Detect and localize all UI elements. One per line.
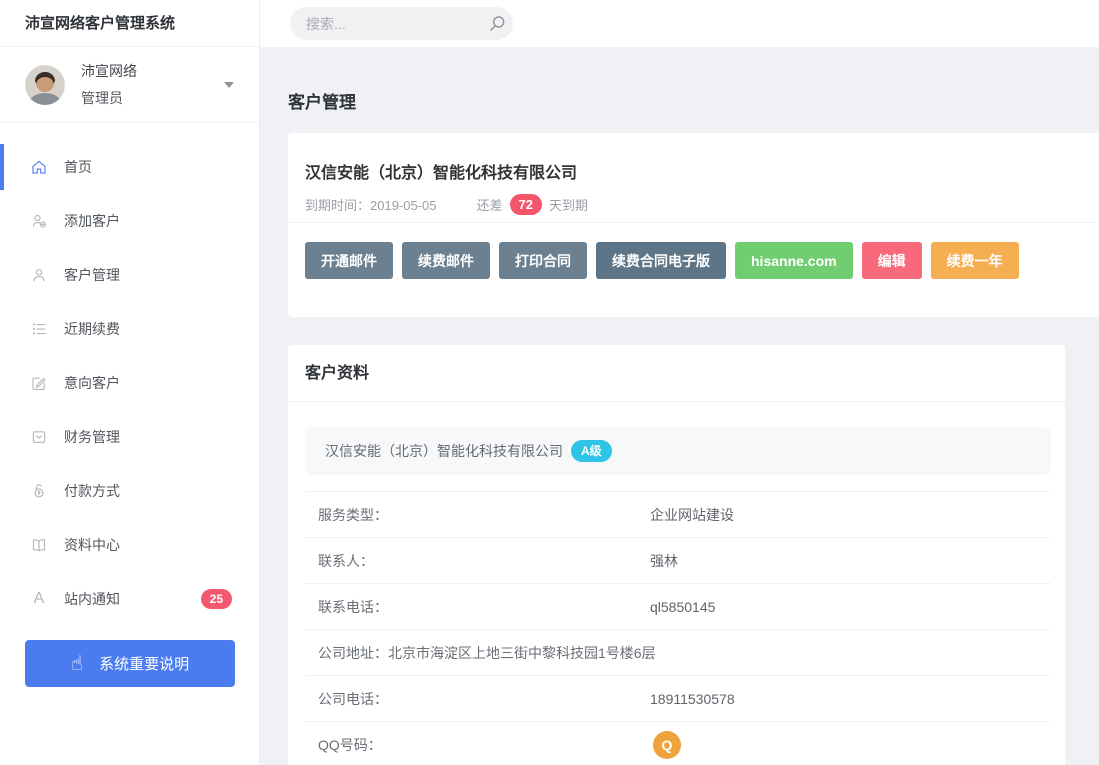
action-button-1[interactable]: 续费邮件	[402, 242, 490, 279]
customer-summary-card: 汉信安能（北京）智能化科技有限公司 到期时间：2019-05-05 还差 72 …	[288, 133, 1099, 317]
sidebar-item-5[interactable]: 财务管理	[0, 410, 259, 464]
sidebar-item-8[interactable]: A 站内通知 25	[0, 572, 259, 626]
row-label: 公司电话：	[318, 689, 650, 709]
page-title: 客户管理	[288, 88, 1099, 113]
row-value: 18911530578	[650, 691, 735, 707]
sidebar-item-label: 首页	[64, 157, 92, 177]
user-icon	[30, 266, 48, 284]
row-value: 企业网站建设	[650, 505, 734, 525]
sidebar-item-1[interactable]: 添加客户	[0, 194, 259, 248]
action-button-0[interactable]: 开通邮件	[305, 242, 393, 279]
list-icon	[30, 320, 48, 338]
action-button-5[interactable]: 编辑	[862, 242, 922, 279]
expire-line: 到期时间：2019-05-05 还差 72 天到期	[305, 194, 1091, 215]
days-remaining-badge: 72	[510, 194, 542, 215]
chevron-down-icon[interactable]	[224, 82, 234, 88]
sidebar-item-label: 客户管理	[64, 265, 120, 285]
user-menu[interactable]: 沛宣网络 管理员	[0, 47, 259, 123]
qq-icon[interactable]: Q	[653, 731, 681, 759]
sidebar-item-label: 资料中心	[64, 535, 120, 555]
action-button-4[interactable]: hisanne.com	[735, 242, 853, 279]
user-meta: 沛宣网络 管理员	[81, 61, 137, 108]
action-button-2[interactable]: 打印合同	[499, 242, 587, 279]
sidebar-item-label: 站内通知	[64, 589, 120, 609]
sidebar: 沛宣网络客户管理系统 沛宣网络 管理员 首页添加客户客户管理近期续费意向客户财务…	[0, 0, 260, 765]
profile-row-0: 服务类型：企业网站建设	[305, 492, 1051, 538]
book-icon	[30, 536, 48, 554]
sidebar-menu: 首页添加客户客户管理近期续费意向客户财务管理付款方式资料中心 A 站内通知 25	[0, 123, 259, 626]
row-label: 联系人：	[318, 551, 650, 571]
system-notes-label: 系统重要说明	[99, 653, 189, 674]
sidebar-item-label: 意向客户	[64, 373, 120, 393]
home-icon	[30, 158, 48, 176]
sidebar-item-3[interactable]: 近期续费	[0, 302, 259, 356]
lock-icon	[30, 482, 48, 500]
app-title: 沛宣网络客户管理系统	[0, 0, 259, 47]
finance-icon	[30, 428, 48, 446]
add-user-icon	[30, 212, 48, 230]
sidebar-item-6[interactable]: 付款方式	[0, 464, 259, 518]
profile-row-1: 联系人：强林	[305, 538, 1051, 584]
row-label: 公司地址：北京市海淀区上地三街中黎科技园1号楼6层	[318, 643, 656, 663]
system-notes-button[interactable]: ☝ 系统重要说明	[25, 640, 235, 687]
sidebar-item-2[interactable]: 客户管理	[0, 248, 259, 302]
profile-rows: 服务类型：企业网站建设联系人：强林联系电话：ql5850145公司地址：北京市海…	[305, 491, 1051, 765]
topbar	[260, 0, 1099, 47]
hand-pointer-icon: ☝	[71, 654, 83, 674]
sidebar-item-label: 财务管理	[64, 427, 120, 447]
row-value: ql5850145	[650, 599, 715, 615]
sidebar-item-label: 近期续费	[64, 319, 120, 339]
days-suffix: 天到期	[549, 195, 588, 214]
row-label: 服务类型：	[318, 505, 650, 525]
grade-badge: A级	[571, 440, 612, 462]
row-label: QQ号码：	[318, 735, 650, 755]
search-icon[interactable]	[487, 14, 507, 34]
sidebar-item-4[interactable]: 意向客户	[0, 356, 259, 410]
notice-icon: A	[30, 590, 48, 608]
row-value: 强林	[650, 551, 678, 571]
customer-company-name: 汉信安能（北京）智能化科技有限公司	[305, 159, 1091, 183]
profile-row-4: 公司电话：18911530578	[305, 676, 1051, 722]
sidebar-item-label: 添加客户	[64, 211, 120, 231]
user-role: 管理员	[81, 88, 137, 108]
action-button-6[interactable]: 续费一年	[931, 242, 1019, 279]
profile-card-body: 汉信安能（北京）智能化科技有限公司 A级 服务类型：企业网站建设联系人：强林联系…	[288, 402, 1065, 765]
search-box	[290, 7, 513, 40]
avatar	[25, 65, 65, 105]
row-label: 联系电话：	[318, 597, 650, 617]
sidebar-item-7[interactable]: 资料中心	[0, 518, 259, 572]
customer-profile-card: 客户资料 汉信安能（北京）智能化科技有限公司 A级 服务类型：企业网站建设联系人…	[288, 345, 1065, 765]
search-input[interactable]	[306, 16, 487, 32]
edit-icon	[30, 374, 48, 392]
customer-summary-head: 汉信安能（北京）智能化科技有限公司 到期时间：2019-05-05 还差 72 …	[288, 133, 1099, 223]
days-prefix: 还差	[477, 195, 503, 214]
expire-date: 到期时间：2019-05-05	[305, 195, 437, 214]
profile-card-title: 客户资料	[288, 345, 1065, 402]
profile-company-box: 汉信安能（北京）智能化科技有限公司 A级	[305, 427, 1051, 475]
sidebar-item-label: 付款方式	[64, 481, 120, 501]
sidebar-item-0[interactable]: 首页	[0, 140, 259, 194]
notification-count-badge: 25	[201, 589, 232, 609]
profile-company-name: 汉信安能（北京）智能化科技有限公司	[325, 441, 563, 461]
main-content: 客户管理 汉信安能（北京）智能化科技有限公司 到期时间：2019-05-05 还…	[260, 47, 1099, 765]
user-name: 沛宣网络	[81, 61, 137, 81]
app-window: 沛宣网络客户管理系统 沛宣网络 管理员 首页添加客户客户管理近期续费意向客户财务…	[0, 0, 1099, 765]
action-button-3[interactable]: 续费合同电子版	[596, 242, 726, 279]
profile-row-5: QQ号码：Q	[305, 722, 1051, 765]
profile-row-2: 联系电话：ql5850145	[305, 584, 1051, 630]
action-buttons: 开通邮件续费邮件打印合同续费合同电子版hisanne.com编辑续费一年	[288, 223, 1099, 298]
profile-row-3: 公司地址：北京市海淀区上地三街中黎科技园1号楼6层	[305, 630, 1051, 676]
